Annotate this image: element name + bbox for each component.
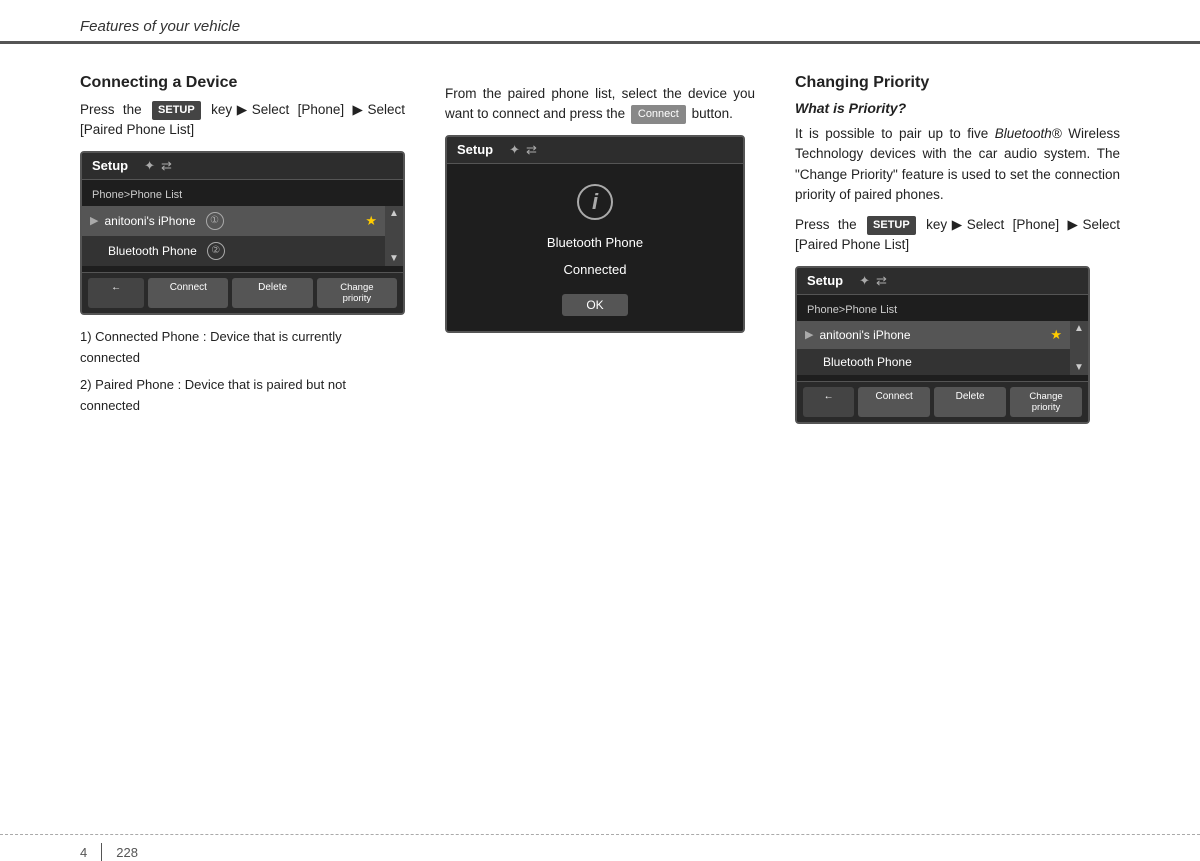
screen2-item2-label: Bluetooth Phone — [805, 355, 912, 369]
dialog-title: Setup — [457, 142, 493, 157]
connecting-instruction: Press the SETUP key▶Select [Phone] ▶Sele… — [80, 100, 405, 141]
screen2-item1-label: anitooni's iPhone — [819, 328, 910, 342]
bluetooth-icon-2: ✦ — [859, 273, 870, 289]
usb-icon-2: ⇄ — [876, 273, 887, 289]
screen2-body: Phone>Phone List ▶ anitooni's iPhone ★ B… — [797, 295, 1088, 381]
screen2-scrollbar: ▲ ▼ — [1070, 321, 1088, 375]
page-header-title: Features of your vehicle — [80, 18, 240, 35]
footer-page-num: 4 — [80, 845, 87, 860]
screen2-change-priority-btn[interactable]: Changepriority — [1010, 387, 1082, 418]
screen1-footer: ← Connect Delete Changepriority — [82, 272, 403, 314]
bluetooth-icon-dialog: ✦ — [509, 142, 520, 158]
screen1-connect-btn[interactable]: Connect — [148, 278, 228, 309]
circle-num-2: ② — [207, 242, 225, 260]
content-area: Connecting a Device Press the SETUP key▶… — [0, 44, 1200, 456]
dialog-screen: Setup ✦ ⇄ i Bluetooth Phone Connected OK — [445, 135, 745, 333]
device-screen-1: Setup ✦ ⇄ Phone>Phone List ▶ anitooni's … — [80, 151, 405, 316]
page-header: Features of your vehicle — [0, 0, 1200, 44]
scroll-up-2: ▲ — [1074, 323, 1084, 334]
screen2-footer: ← Connect Delete Changepriority — [797, 381, 1088, 423]
screen2-items: ▶ anitooni's iPhone ★ Bluetooth Phone — [797, 321, 1070, 375]
bluetooth-italic: Bluetooth® — [995, 126, 1062, 141]
screen1-item1: ▶ anitooni's iPhone ① ★ — [82, 206, 385, 236]
note-1: 1) Connected Phone : Device that is curr… — [80, 327, 405, 369]
screen1-items: ▶ anitooni's iPhone ① ★ Bluetooth Phone … — [82, 206, 385, 266]
screen1-list-row: ▶ anitooni's iPhone ① ★ Bluetooth Phone … — [82, 206, 403, 266]
scroll-up-1: ▲ — [389, 208, 399, 219]
screen1-item1-label: anitooni's iPhone — [104, 214, 195, 228]
dialog-ok-btn[interactable]: OK — [562, 294, 627, 316]
left-column: Connecting a Device Press the SETUP key▶… — [80, 74, 405, 436]
footer-separator — [101, 843, 102, 861]
dialog-description: From the paired phone list, select the d… — [445, 84, 755, 125]
screen1-item2-label: Bluetooth Phone — [90, 244, 197, 258]
screen1-item2: Bluetooth Phone ② — [82, 236, 385, 266]
info-icon: i — [577, 184, 613, 220]
screen2-icons: ✦ ⇄ — [859, 273, 887, 289]
screen1-change-priority-btn[interactable]: Changepriority — [317, 278, 397, 309]
connect-badge: Connect — [631, 105, 686, 124]
screen1-title: Setup — [92, 158, 128, 173]
note-2: 2) Paired Phone : Device that is paired … — [80, 375, 405, 417]
play-icon-2: ▶ — [805, 328, 813, 341]
screen2-delete-btn[interactable]: Delete — [934, 387, 1006, 418]
star-icon-2: ★ — [1050, 327, 1062, 343]
changing-priority-title: Changing Priority — [795, 74, 1120, 92]
screen1-delete-btn[interactable]: Delete — [232, 278, 312, 309]
usb-icon-1: ⇄ — [161, 158, 172, 174]
key-select-text-1: key▶Select [Phone] ▶Select [Paired Phone… — [80, 102, 405, 137]
star-icon-1: ★ — [365, 213, 377, 229]
connecting-device-title: Connecting a Device — [80, 74, 405, 92]
list-notes: 1) Connected Phone : Device that is curr… — [80, 327, 405, 416]
dialog-header: Setup ✦ ⇄ — [447, 137, 743, 164]
screen2-back-btn[interactable]: ← — [803, 387, 854, 418]
footer-page-sub: 228 — [116, 845, 138, 860]
middle-column: From the paired phone list, select the d… — [445, 74, 755, 436]
screen1-back-btn[interactable]: ← — [88, 278, 144, 309]
screen2-item2: Bluetooth Phone — [797, 349, 1070, 375]
setup-badge-1: SETUP — [152, 101, 201, 120]
screen2-header: Setup ✦ ⇄ — [797, 268, 1088, 295]
usb-icon-dialog: ⇄ — [526, 142, 537, 158]
device-screen-2: Setup ✦ ⇄ Phone>Phone List ▶ anitooni's … — [795, 266, 1090, 425]
priority-body-text: It is possible to pair up to five Blueto… — [795, 124, 1120, 205]
screen1-breadcrumb: Phone>Phone List — [82, 186, 403, 206]
dialog-body: i Bluetooth Phone Connected OK — [447, 164, 743, 331]
screen1-icons: ✦ ⇄ — [144, 158, 172, 174]
screen2-list-row: ▶ anitooni's iPhone ★ Bluetooth Phone ▲ … — [797, 321, 1088, 375]
bluetooth-icon-1: ✦ — [144, 158, 155, 174]
right-column: Changing Priority What is Priority? It i… — [795, 74, 1120, 436]
screen2-connect-btn[interactable]: Connect — [858, 387, 930, 418]
screen2-item1: ▶ anitooni's iPhone ★ — [797, 321, 1070, 349]
scroll-down-2: ▼ — [1074, 362, 1084, 373]
circle-num-1: ① — [206, 212, 224, 230]
screen1-body: Phone>Phone List ▶ anitooni's iPhone ① ★… — [82, 180, 403, 272]
screen1-scrollbar: ▲ ▼ — [385, 206, 403, 266]
setup-badge-2: SETUP — [867, 216, 916, 235]
what-is-priority-subtitle: What is Priority? — [795, 100, 1120, 116]
dialog-line1: Bluetooth Phone — [547, 233, 643, 253]
play-icon-1: ▶ — [90, 214, 98, 227]
page-footer: 4 228 — [0, 834, 1200, 861]
screen2-title: Setup — [807, 273, 843, 288]
dialog-icons: ✦ ⇄ — [509, 142, 537, 158]
dialog-line2: Connected — [564, 260, 627, 280]
priority-instruction: Press the SETUP key▶Select [Phone] ▶Sele… — [795, 215, 1120, 256]
screen2-breadcrumb: Phone>Phone List — [797, 301, 1088, 321]
scroll-down-1: ▼ — [389, 253, 399, 264]
screen1-header: Setup ✦ ⇄ — [82, 153, 403, 180]
